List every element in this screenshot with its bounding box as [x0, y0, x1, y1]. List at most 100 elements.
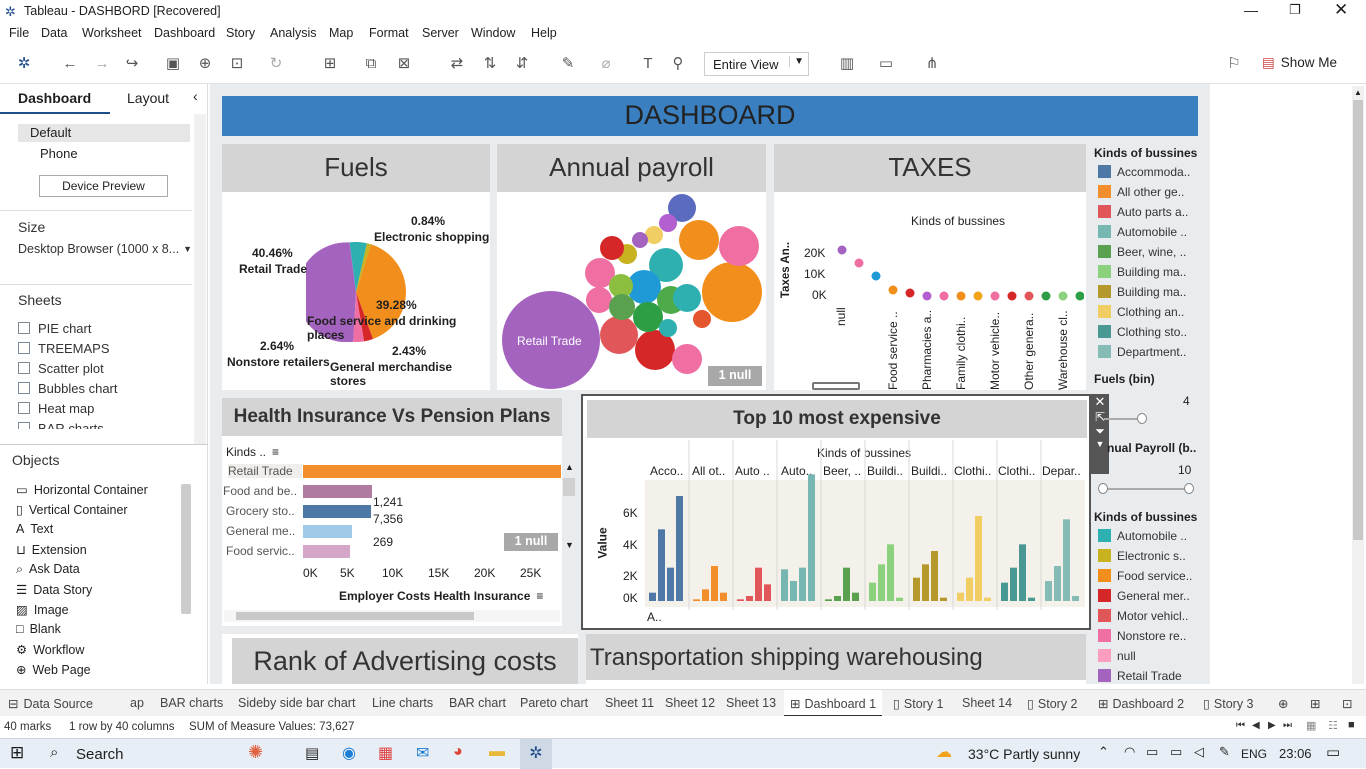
fit-dropdown[interactable]: Entire View ▼	[704, 52, 809, 76]
legend-item[interactable]: Automobile ..	[1098, 529, 1187, 543]
payroll-panel[interactable]: Annual payroll Retail Trade 1 null	[497, 144, 766, 390]
bar[interactable]	[755, 567, 762, 601]
bar[interactable]	[1028, 597, 1035, 601]
bar[interactable]	[1019, 544, 1026, 601]
bar[interactable]	[746, 596, 753, 601]
bar[interactable]	[781, 569, 788, 601]
legend-item[interactable]: Building ma..	[1098, 265, 1186, 279]
new-worksheet-icon[interactable]: ⊕	[1278, 696, 1288, 711]
tableau-taskbar-icon[interactable]: ✲	[520, 739, 552, 769]
show-cards-icon[interactable]: ▥	[837, 54, 857, 74]
tab-sheet[interactable]: Sheet 12	[665, 696, 715, 710]
health-bar[interactable]	[303, 465, 561, 478]
object-item[interactable]: ⌕ Ask Data	[16, 562, 80, 577]
tab-sheet[interactable]: BAR charts	[160, 696, 223, 710]
legend-item[interactable]: Building ma..	[1098, 285, 1186, 299]
bar[interactable]	[799, 567, 806, 601]
bar[interactable]	[711, 566, 718, 601]
mail-icon[interactable]: ✉	[416, 743, 429, 763]
object-item[interactable]: □ Blank	[16, 622, 61, 636]
object-item[interactable]: ▭ Horizontal Container	[16, 482, 148, 497]
swap-icon[interactable]: ⇄	[447, 54, 467, 74]
meet-icon[interactable]: ▭	[1146, 744, 1158, 760]
tab-dashboard[interactable]: ⊞ Dashboard 2	[1098, 696, 1184, 711]
bubble-pink-large[interactable]	[719, 226, 759, 266]
bar[interactable]	[975, 516, 982, 601]
new-data-source-icon[interactable]: ⊕	[195, 54, 215, 74]
scatter-point[interactable]	[871, 271, 881, 281]
menu-map[interactable]: Map	[329, 26, 353, 40]
object-item[interactable]: ⊔ Extension	[16, 542, 87, 557]
chrome-icon[interactable]: ◕	[453, 743, 463, 761]
menu-dashboard[interactable]: Dashboard	[154, 26, 215, 40]
legend-item[interactable]: Beer, wine, ..	[1098, 245, 1186, 259]
bar[interactable]	[878, 564, 885, 601]
menu-worksheet[interactable]: Worksheet	[82, 26, 142, 40]
tile-view-icon[interactable]: ■	[1348, 719, 1355, 731]
new-dashboard-icon[interactable]: ⊞	[1310, 696, 1320, 711]
payroll-bin-slider[interactable]	[1102, 488, 1190, 490]
menu-format[interactable]: Format	[369, 26, 409, 40]
filter-icon[interactable]: ⏷	[1091, 424, 1109, 439]
highlight-icon[interactable]: ✎	[558, 54, 578, 74]
search-icon[interactable]: ⌕	[50, 744, 58, 761]
legend-item[interactable]: Automobile ..	[1098, 225, 1187, 239]
health-scroll-up-icon[interactable]: ▲	[565, 462, 574, 472]
volume-icon[interactable]: ◁	[1194, 744, 1204, 760]
notifications-icon[interactable]: ▭	[1326, 743, 1340, 761]
bar[interactable]	[1010, 567, 1017, 601]
bar[interactable]	[1063, 519, 1070, 601]
chevron-up-icon[interactable]: ⌃	[1098, 744, 1109, 760]
health-panel[interactable]: Health Insurance Vs Pension Plans Kinds …	[222, 398, 562, 626]
bubble-food-service[interactable]	[702, 262, 762, 322]
weather-text[interactable]: 33°C Partly sunny	[968, 746, 1080, 762]
scatter-point[interactable]	[837, 245, 847, 255]
pin-icon[interactable]: ⚲	[668, 54, 688, 74]
bar[interactable]	[940, 597, 947, 601]
bar[interactable]	[1045, 581, 1052, 601]
device-phone[interactable]: Phone	[40, 146, 78, 161]
remove-icon[interactable]: ✕	[1091, 394, 1109, 410]
bar[interactable]	[764, 584, 771, 601]
bar[interactable]	[922, 564, 929, 601]
health-bar[interactable]	[303, 525, 352, 538]
tab-sheet[interactable]: Sheet 14	[962, 696, 1012, 710]
restore-icon[interactable]: ❐	[1289, 2, 1301, 18]
tab-sheet[interactable]: ap	[130, 696, 144, 710]
scatter-point[interactable]	[939, 291, 949, 301]
menu-analysis[interactable]: Analysis	[270, 26, 317, 40]
bubble-small4[interactable]	[693, 310, 711, 328]
sheet-item[interactable]: Heat map	[18, 401, 94, 416]
pause-updates-icon[interactable]: ⊡	[227, 54, 247, 74]
bubble-red[interactable]	[600, 236, 624, 260]
file-explorer-icon[interactable]: ▬	[489, 743, 505, 761]
new-story-icon[interactable]: ⊡	[1342, 696, 1352, 711]
bubble-motor[interactable]	[600, 316, 638, 354]
bar[interactable]	[825, 599, 832, 601]
wifi-icon[interactable]: ◠	[1124, 744, 1135, 760]
menu-story[interactable]: Story	[226, 26, 255, 40]
legend-item[interactable]: Department..	[1098, 345, 1186, 359]
bar[interactable]	[1072, 596, 1079, 601]
legend-item[interactable]: Accommoda..	[1098, 165, 1190, 179]
scatter-point[interactable]	[888, 285, 898, 295]
object-item[interactable]: ☰ Data Story	[16, 582, 92, 597]
taxes-scatter[interactable]	[834, 242, 1084, 302]
health-scroll-down-icon[interactable]: ▼	[565, 540, 574, 550]
menu-data[interactable]: Data	[41, 26, 67, 40]
bar[interactable]	[957, 592, 964, 601]
tab-story[interactable]: ▯ Story 3	[1203, 696, 1254, 711]
bar[interactable]	[790, 581, 797, 601]
labels-icon[interactable]: T	[638, 54, 658, 74]
bar[interactable]	[1054, 566, 1061, 601]
close-icon[interactable]: ✕	[1334, 0, 1348, 20]
bar[interactable]	[720, 592, 727, 601]
bar[interactable]	[887, 544, 894, 601]
bar[interactable]	[676, 496, 683, 601]
legend-item[interactable]: Auto parts a..	[1098, 205, 1188, 219]
health-scroll-thumb[interactable]	[563, 478, 575, 496]
top10-bars[interactable]	[645, 440, 1085, 610]
top10-panel[interactable]: Top 10 most expensive Kinds of bussines …	[581, 394, 1091, 630]
scroll-thumb[interactable]	[236, 612, 474, 620]
clock[interactable]: 23:06	[1279, 746, 1312, 761]
